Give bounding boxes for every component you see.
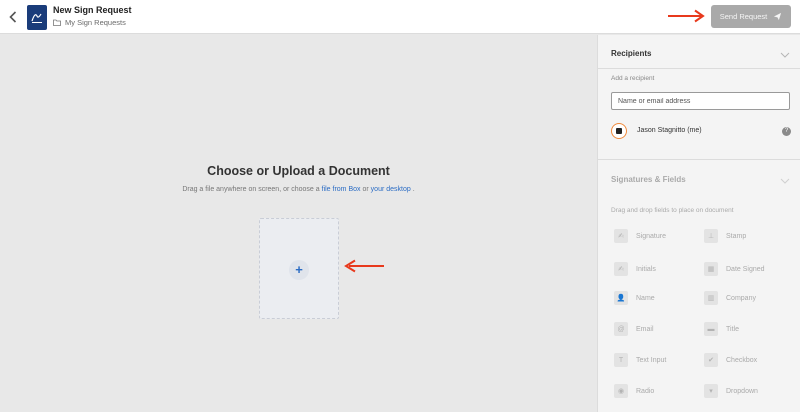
dropdown-icon: ▾ bbox=[704, 384, 718, 398]
paper-plane-icon bbox=[774, 12, 782, 21]
help-icon[interactable]: ? bbox=[782, 127, 791, 136]
right-sidebar: Recipients Add a recipient Jason Stagnit… bbox=[597, 35, 800, 412]
field-label: Title bbox=[726, 325, 739, 333]
add-recipient-label: Add a recipient bbox=[611, 75, 655, 82]
top-bar: New Sign Request My Sign Requests Send R… bbox=[0, 0, 800, 34]
instructions-period: . bbox=[412, 186, 415, 193]
radio-icon: ◉ bbox=[614, 384, 628, 398]
field-label: Checkbox bbox=[726, 356, 758, 364]
field-checkbox[interactable]: ✔ Checkbox bbox=[704, 352, 757, 368]
chevron-down-icon[interactable] bbox=[780, 52, 790, 58]
breadcrumb-label: My Sign Requests bbox=[65, 18, 126, 27]
field-label: Name bbox=[636, 294, 655, 302]
checkbox-icon: ✔ bbox=[704, 353, 718, 367]
recipient-item: Jason Stagnitto (me) ? bbox=[611, 122, 791, 140]
person-icon: 👤 bbox=[614, 291, 628, 305]
avatar bbox=[611, 123, 627, 139]
chevron-down-icon[interactable] bbox=[780, 178, 790, 184]
sign-app-icon bbox=[27, 5, 47, 30]
recipient-name: Jason Stagnitto (me) bbox=[637, 127, 702, 134]
annotation-arrow-icon bbox=[344, 259, 384, 273]
field-signature[interactable]: ✍ Signature bbox=[614, 228, 666, 244]
field-company[interactable]: ▥ Company bbox=[704, 290, 756, 306]
field-label: Company bbox=[726, 294, 756, 302]
field-label: Text Input bbox=[636, 356, 667, 364]
calendar-icon: ▦ bbox=[704, 262, 718, 276]
field-label: Signature bbox=[636, 232, 666, 240]
text-input-icon: T bbox=[614, 353, 628, 367]
breadcrumb[interactable]: My Sign Requests bbox=[53, 18, 126, 27]
fields-heading: Signatures & Fields bbox=[611, 175, 686, 184]
plus-icon[interactable]: + bbox=[289, 260, 309, 280]
upload-heading: Choose or Upload a Document bbox=[207, 164, 390, 178]
field-label: Email bbox=[636, 325, 654, 333]
field-radio[interactable]: ◉ Radio bbox=[614, 383, 654, 399]
stamp-icon: ⊥ bbox=[704, 229, 718, 243]
id-card-icon: ▬ bbox=[704, 322, 718, 336]
field-label: Stamp bbox=[726, 232, 747, 240]
field-initials[interactable]: ✍ Initials bbox=[614, 261, 656, 277]
file-from-box-link[interactable]: file from Box bbox=[322, 186, 361, 193]
fields-hint: Drag and drop fields to place on documen… bbox=[611, 207, 734, 214]
field-title[interactable]: ▬ Title bbox=[704, 321, 739, 337]
send-request-label: Send Request bbox=[719, 12, 768, 21]
field-label: Dropdown bbox=[726, 387, 758, 395]
folder-icon bbox=[53, 19, 61, 26]
field-email[interactable]: @ Email bbox=[614, 321, 654, 337]
building-icon: ▥ bbox=[704, 291, 718, 305]
your-desktop-link[interactable]: your desktop bbox=[371, 186, 411, 193]
instructions-text: Drag a file anywhere on screen, or choos… bbox=[182, 186, 320, 193]
field-name[interactable]: 👤 Name bbox=[614, 290, 655, 306]
field-label: Date Signed bbox=[726, 265, 765, 273]
document-drop-area[interactable]: Choose or Upload a Document Drag a file … bbox=[0, 35, 597, 412]
field-date-signed[interactable]: ▦ Date Signed bbox=[704, 261, 765, 277]
field-dropdown[interactable]: ▾ Dropdown bbox=[704, 383, 758, 399]
initials-icon: ✍ bbox=[614, 262, 628, 276]
upload-dropzone[interactable]: + bbox=[259, 218, 339, 319]
field-label: Initials bbox=[636, 265, 656, 273]
field-label: Radio bbox=[636, 387, 655, 395]
signature-icon: ✍ bbox=[614, 229, 628, 243]
field-stamp[interactable]: ⊥ Stamp bbox=[704, 228, 746, 244]
divider bbox=[598, 68, 800, 69]
recipient-input[interactable] bbox=[611, 92, 790, 110]
send-request-button[interactable]: Send Request bbox=[711, 5, 791, 28]
annotation-arrow-icon bbox=[668, 9, 705, 23]
divider bbox=[598, 159, 800, 160]
at-icon: @ bbox=[614, 322, 628, 336]
instructions-or: or bbox=[362, 186, 369, 193]
field-text-input[interactable]: T Text Input bbox=[614, 352, 666, 368]
back-chevron-icon[interactable] bbox=[6, 9, 20, 25]
upload-instructions: Drag a file anywhere on screen, or choos… bbox=[0, 186, 597, 193]
recipients-heading: Recipients bbox=[611, 49, 652, 58]
page-title: New Sign Request bbox=[53, 5, 132, 15]
